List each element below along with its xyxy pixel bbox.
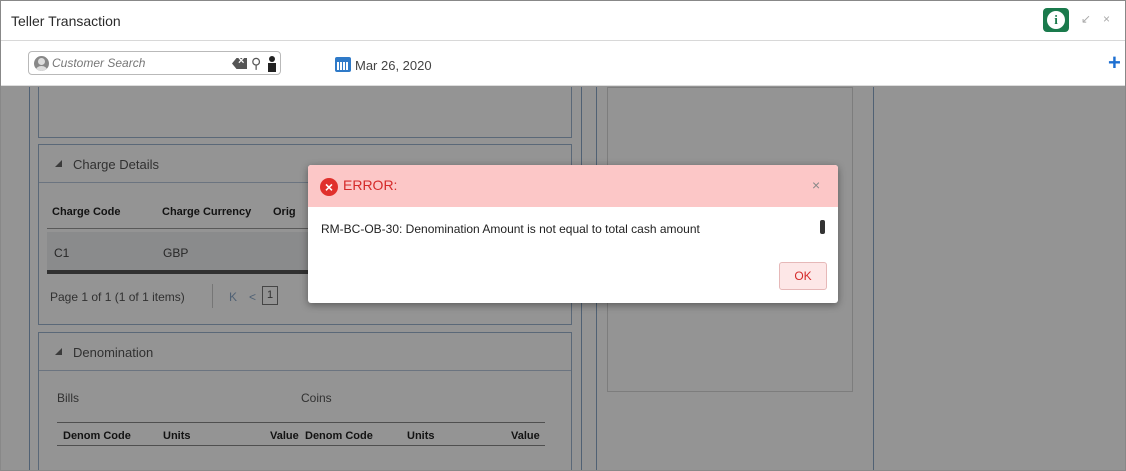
error-message: RM-BC-OB-30: Denomination Amount is not … <box>321 222 700 236</box>
title-bar: Teller Transaction i ↙ × <box>1 1 1125 41</box>
calendar-icon[interactable] <box>335 57 351 72</box>
error-message-text: : Denomination Amount is not equal to to… <box>399 222 700 236</box>
search-icon[interactable]: ⚲ <box>251 55 261 72</box>
teller-transaction-window: Teller Transaction i ↙ × ⚲ Mar 26, 2020 … <box>0 0 1126 471</box>
customer-lookup-icon[interactable] <box>267 55 277 72</box>
error-dialog: × ERROR: × RM-BC-OB-30: Denomination Amo… <box>308 165 838 303</box>
window-title: Teller Transaction <box>11 13 121 29</box>
toolbar: ⚲ Mar 26, 2020 + <box>1 42 1125 86</box>
error-dialog-title: ERROR: <box>343 177 398 193</box>
error-icon: × <box>320 178 338 196</box>
add-icon[interactable]: + <box>1108 50 1121 76</box>
error-dialog-header: × ERROR: × <box>308 165 838 207</box>
clear-search-icon[interactable] <box>232 58 247 69</box>
close-icon[interactable]: × <box>812 177 820 193</box>
error-code: RM-BC-OB-30 <box>321 222 400 236</box>
customer-search-box: ⚲ <box>28 51 281 75</box>
info-button[interactable]: i <box>1043 8 1069 32</box>
customer-avatar-icon <box>34 56 49 71</box>
dialog-scrollbar[interactable] <box>820 220 825 234</box>
minimize-icon[interactable]: ↙ <box>1081 12 1091 26</box>
customer-search-input[interactable] <box>52 54 222 72</box>
branch-date: Mar 26, 2020 <box>355 58 432 73</box>
ok-button[interactable]: OK <box>779 262 827 290</box>
close-window-icon[interactable]: × <box>1103 12 1110 26</box>
info-icon: i <box>1047 11 1065 29</box>
